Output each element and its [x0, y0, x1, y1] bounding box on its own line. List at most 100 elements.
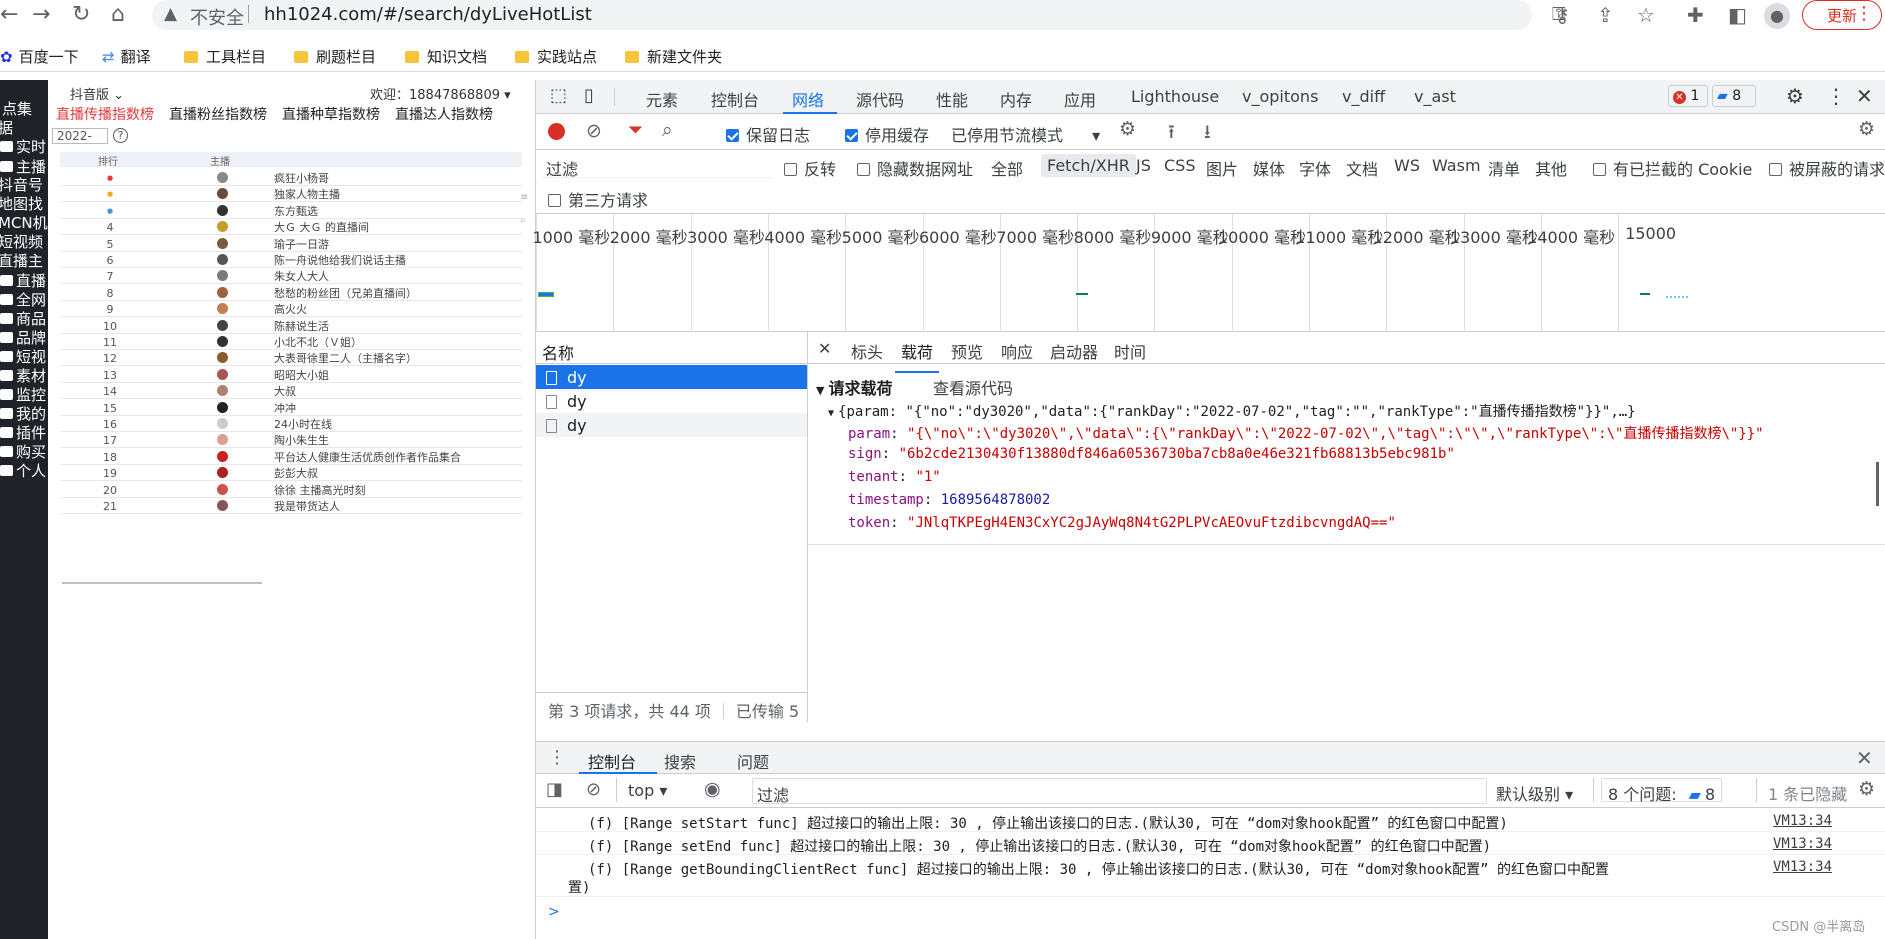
table-row[interactable]: ● 独家人物主播 — [60, 186, 522, 203]
tab-seeding-index[interactable]: 直播种草指数榜 — [282, 104, 380, 124]
filter-font[interactable]: 字体 — [1299, 156, 1331, 180]
tab-response[interactable]: 响应 — [1001, 339, 1033, 363]
console-message[interactable]: (f) [Range setEnd func] 超过接口的输出上限: 30 , … — [536, 832, 1885, 855]
console-settings-icon[interactable]: ⚙ — [1858, 778, 1875, 800]
tab-performance[interactable]: 性能 — [936, 87, 968, 111]
table-row[interactable]: 17 陶小朱生生 — [60, 432, 522, 449]
bookmark-folder-questions[interactable]: 刷题栏目 — [294, 46, 376, 67]
table-row[interactable]: 6 陈一舟说他给我们说话主播 — [60, 252, 522, 268]
tab-preview[interactable]: 预览 — [951, 339, 983, 363]
sidebar-item[interactable]: MCN机 — [0, 212, 48, 233]
sidebar-item[interactable]: 抖音号 — [0, 174, 43, 195]
filter-wasm[interactable]: Wasm — [1432, 156, 1481, 175]
forward-icon[interactable]: → — [32, 2, 50, 27]
console-message[interactable]: (f) [Range getBoundingClientRect func] 超… — [536, 855, 1885, 897]
sidebar-item[interactable]: 点集 — [2, 98, 32, 119]
tab-v-ast[interactable]: v_ast — [1414, 87, 1456, 106]
filter-media[interactable]: 媒体 — [1253, 156, 1285, 180]
table-row[interactable]: 4 大Ｇ 大Ｇ 的直播间 — [60, 219, 522, 236]
drawer-menu-icon[interactable]: ⋮ — [548, 747, 566, 768]
request-row[interactable]: dy — [536, 389, 807, 413]
warning-icon[interactable]: ▲ — [164, 4, 177, 24]
invert-checkbox[interactable]: 反转 — [784, 156, 836, 180]
sidebar-item[interactable]: 直播主 — [0, 250, 43, 271]
sidebar-item[interactable]: 实时 — [0, 136, 46, 157]
sidebar-item[interactable]: 地图找 — [0, 193, 43, 214]
bookmark-star-icon[interactable]: ☆ — [1637, 3, 1655, 27]
filter-all[interactable]: 全部 — [991, 156, 1023, 180]
tab-elements[interactable]: 元素 — [646, 87, 678, 111]
request-row[interactable]: dy — [536, 365, 807, 389]
tab-payload[interactable]: 载荷 — [894, 339, 940, 373]
console-prompt[interactable]: > — [548, 904, 560, 920]
table-row[interactable]: 7 朱女人大人 — [60, 268, 522, 285]
table-row[interactable]: ● 东方甄选 — [60, 203, 522, 219]
table-row[interactable]: 21 我是带货达人 — [60, 498, 522, 514]
blocked-requests-checkbox[interactable]: 被屏蔽的请求 — [1769, 156, 1885, 180]
record-icon[interactable] — [548, 123, 565, 140]
tab-talent-index[interactable]: 直播达人指数榜 — [395, 104, 493, 124]
table-row[interactable]: 10 陈赫说生活 — [60, 318, 522, 334]
table-row[interactable]: 20 徐徐 主播高光时刻 — [60, 482, 522, 498]
settings-gear-icon[interactable]: ⚙ — [1786, 84, 1804, 108]
sidebar-item[interactable]: 短视频 — [0, 231, 43, 252]
sidebar-item[interactable]: 购买 — [0, 441, 46, 462]
bookmark-folder-new[interactable]: 新建文件夹 — [625, 46, 722, 67]
console-filter-input[interactable]: 过滤 — [752, 778, 1487, 805]
sidebar-item[interactable]: 监控 — [0, 384, 46, 405]
upload-icon[interactable]: ⭱ — [1168, 118, 1175, 150]
tab-spread-index[interactable]: 直播传播指数榜 — [56, 104, 154, 124]
throttle-select[interactable]: 已停用节流模式 ▾ — [951, 122, 1100, 146]
name-column-header[interactable]: 名称 — [536, 332, 807, 364]
payload-tenant-row[interactable]: tenant: "1" — [848, 469, 941, 485]
share-icon[interactable]: ⇪ — [1597, 3, 1614, 27]
user-welcome[interactable]: 欢迎：18847868809 ▾ — [370, 84, 511, 103]
tab-memory[interactable]: 内存 — [1000, 87, 1032, 111]
filter-other[interactable]: 其他 — [1535, 156, 1567, 180]
tab-console[interactable]: 控制台 — [711, 87, 759, 111]
filter-fetch-xhr[interactable]: Fetch/XHR — [1041, 154, 1136, 177]
log-level-select[interactable]: 默认级别 ▾ — [1496, 781, 1573, 805]
network-timeline[interactable]: 1000 毫秒 2000 毫秒 3000 毫秒 4000 毫秒 5000 毫秒 6000 … — [532, 214, 1885, 332]
table-row[interactable]: 8 愁愁的粉丝团（兄弟直播间） — [60, 285, 522, 301]
reload-icon[interactable]: ↻ — [72, 2, 90, 27]
bookmark-folder-practice[interactable]: 实践站点 — [515, 46, 597, 67]
filter-doc[interactable]: 文档 — [1346, 156, 1378, 180]
view-source-link[interactable]: 查看源代码 — [933, 375, 1013, 399]
context-select[interactable]: top ▾ — [628, 781, 667, 800]
update-button[interactable]: 更新 ⋮ — [1802, 0, 1882, 30]
payload-token-row[interactable]: token: "JNlqTKPEgH4EN3CxYC2gJAyWq8N4tG2P… — [848, 515, 1396, 531]
scrollbar[interactable] — [1876, 462, 1879, 506]
console-source-link[interactable]: VM13:34 — [1773, 859, 1832, 875]
help-icon[interactable]: ? — [113, 128, 128, 143]
insecure-label[interactable]: 不安全 — [190, 4, 244, 30]
tab-network[interactable]: 网络 — [792, 87, 824, 111]
profile-avatar-icon[interactable]: ● — [1764, 3, 1790, 29]
drawer-tab-search[interactable]: 搜索 — [664, 749, 696, 773]
tab-lighthouse[interactable]: Lighthouse — [1131, 87, 1219, 106]
sidebar-item[interactable]: 个人 — [0, 460, 46, 481]
search-icon[interactable]: ⌕ — [662, 119, 673, 141]
table-row[interactable]: 5 瑜子一日游 — [60, 236, 522, 252]
table-row[interactable]: 14 大叔 — [60, 383, 522, 400]
payload-sign-row[interactable]: sign: "6b2cde2130430f13880df846a60536730… — [848, 446, 1455, 462]
eye-icon[interactable]: ◉ — [704, 778, 721, 800]
request-row[interactable]: dy — [536, 413, 807, 437]
payload-timestamp-row[interactable]: timestamp: 1689564878002 — [848, 492, 1050, 508]
disable-cache-checkbox[interactable]: 停用缓存 — [845, 122, 929, 146]
tab-sources[interactable]: 源代码 — [856, 87, 904, 111]
preserve-log-checkbox[interactable]: 保留日志 — [726, 122, 810, 146]
address-bar[interactable]: ▲ 不安全 hh1024.com/#/search/dyLiveHotList … — [152, 0, 1566, 30]
filter-icon[interactable]: ⏷ — [628, 119, 643, 141]
device-toggle-icon[interactable]: ▯ — [584, 85, 594, 106]
sidebar-item[interactable]: 商品 — [0, 308, 46, 329]
filter-manifest[interactable]: 清单 — [1488, 156, 1520, 180]
filter-img[interactable]: 图片 — [1206, 156, 1238, 180]
sidebar-item[interactable]: 品牌 — [0, 327, 46, 348]
payload-section-header[interactable]: ▼ 请求载荷 — [816, 375, 892, 399]
download-icon[interactable]: ⭳ — [1204, 118, 1211, 150]
sidebar-item[interactable]: 据 — [0, 117, 13, 138]
error-badge[interactable]: ✕ 1 — [1668, 85, 1708, 107]
table-row[interactable]: 19 彭彭大叔 — [60, 465, 522, 482]
message-badge[interactable]: ▰ 8 — [1712, 85, 1756, 107]
